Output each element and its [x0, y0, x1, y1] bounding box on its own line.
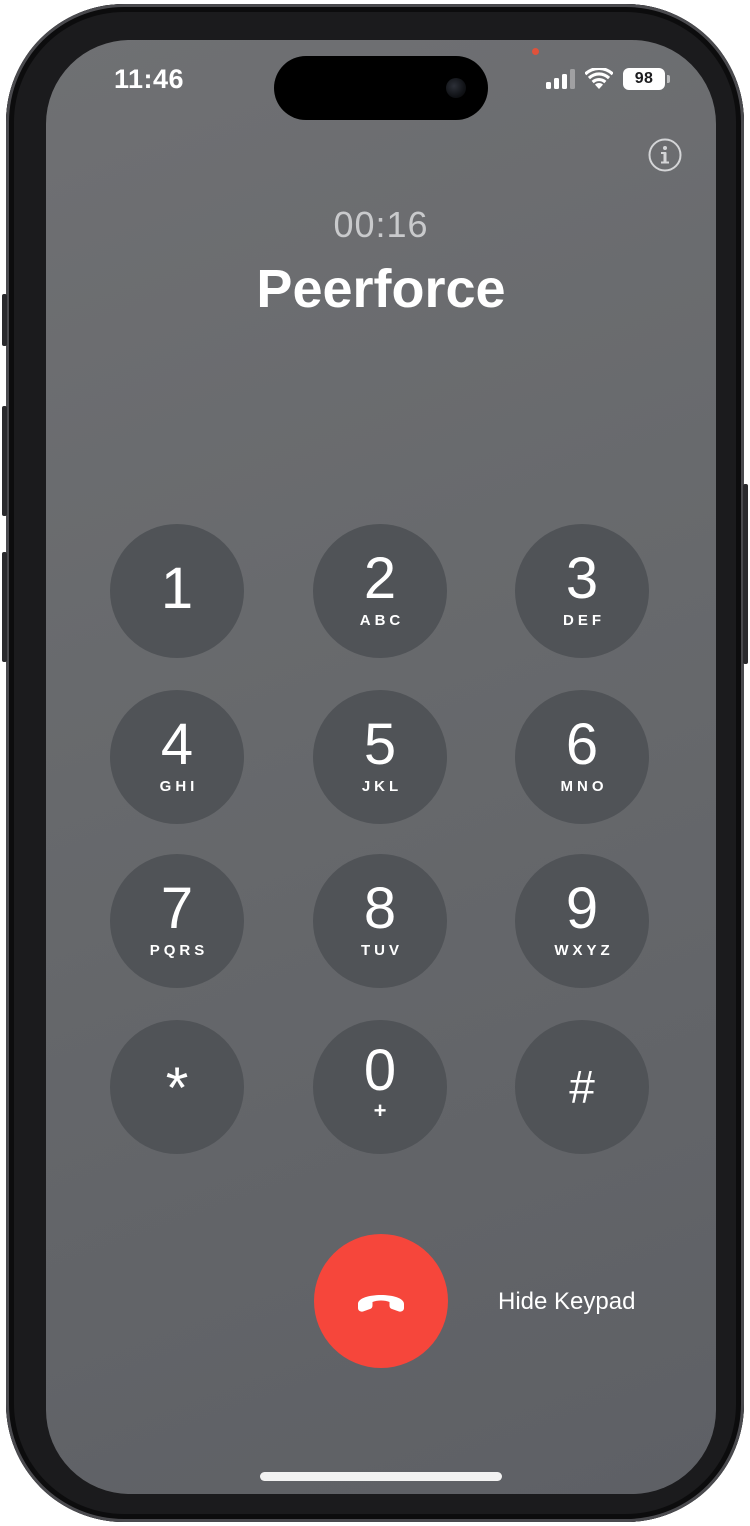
- home-indicator[interactable]: [260, 1472, 502, 1481]
- key-digit: #: [569, 1061, 595, 1113]
- key-digit: 5: [363, 712, 397, 777]
- action-button: [2, 294, 7, 346]
- keypad-key-4[interactable]: 4 GHI: [110, 690, 244, 824]
- key-digit: 4: [160, 712, 194, 777]
- caller-name: Peerforce: [256, 259, 506, 319]
- key-digit: 2: [363, 546, 397, 611]
- key-letters: ABC: [359, 612, 405, 629]
- battery-level: 98: [623, 68, 665, 90]
- key-letters: PQRS: [149, 942, 209, 959]
- battery-tip: [667, 75, 670, 83]
- battery-icon: 98: [623, 68, 670, 90]
- key-digit: 8: [363, 876, 397, 941]
- microphone-indicator: [532, 48, 539, 55]
- status-icons: 98: [546, 68, 670, 90]
- key-letters: DEF: [563, 612, 605, 629]
- key-digit: 6: [565, 712, 599, 777]
- info-icon[interactable]: [648, 138, 682, 172]
- wifi-icon: [585, 68, 613, 89]
- end-call-button[interactable]: [314, 1234, 448, 1368]
- key-digit: 1: [160, 556, 194, 621]
- call-screen: 11:46 98 00:16 Peerforce 1 2 ABC 3 DEF 4…: [46, 40, 716, 1494]
- key-letters: JKL: [361, 778, 403, 795]
- key-digit: 7: [160, 876, 194, 941]
- status-time: 11:46: [114, 64, 185, 94]
- volume-up-button: [2, 406, 7, 516]
- keypad-key-3[interactable]: 3 DEF: [515, 524, 649, 658]
- end-call-icon: [358, 1295, 404, 1312]
- key-digit: *: [165, 1056, 189, 1121]
- volume-down-button: [2, 552, 7, 662]
- key-letters: GHI: [159, 778, 199, 795]
- hide-keypad-button[interactable]: Hide Keypad: [498, 1288, 635, 1316]
- key-digit: 3: [565, 546, 599, 611]
- power-button: [743, 484, 748, 664]
- keypad-key-7[interactable]: 7 PQRS: [110, 854, 244, 988]
- keypad-key-1[interactable]: 1: [110, 524, 244, 658]
- keypad-key-8[interactable]: 8 TUV: [313, 854, 447, 988]
- keypad-key-5[interactable]: 5 JKL: [313, 690, 447, 824]
- key-letters: MNO: [560, 778, 608, 795]
- keypad-key-2[interactable]: 2 ABC: [313, 524, 447, 658]
- keypad-key-6[interactable]: 6 MNO: [515, 690, 649, 824]
- keypad-key-hash[interactable]: #: [515, 1020, 649, 1154]
- key-letters: +: [373, 1098, 387, 1123]
- key-letters: WXYZ: [554, 942, 614, 959]
- keypad-key-9[interactable]: 9 WXYZ: [515, 854, 649, 988]
- front-camera: [446, 78, 466, 98]
- phone-frame: 11:46 98 00:16 Peerforce 1 2 ABC 3 DEF 4…: [2, 4, 748, 1522]
- keypad-key-star[interactable]: *: [110, 1020, 244, 1154]
- key-letters: TUV: [361, 942, 403, 959]
- dynamic-island: [274, 56, 488, 120]
- key-digit: 9: [565, 876, 599, 941]
- key-digit: 0: [363, 1038, 397, 1103]
- call-duration: 00:16: [333, 204, 429, 245]
- cellular-signal-icon: [546, 69, 575, 89]
- keypad-key-0[interactable]: 0 +: [313, 1020, 447, 1154]
